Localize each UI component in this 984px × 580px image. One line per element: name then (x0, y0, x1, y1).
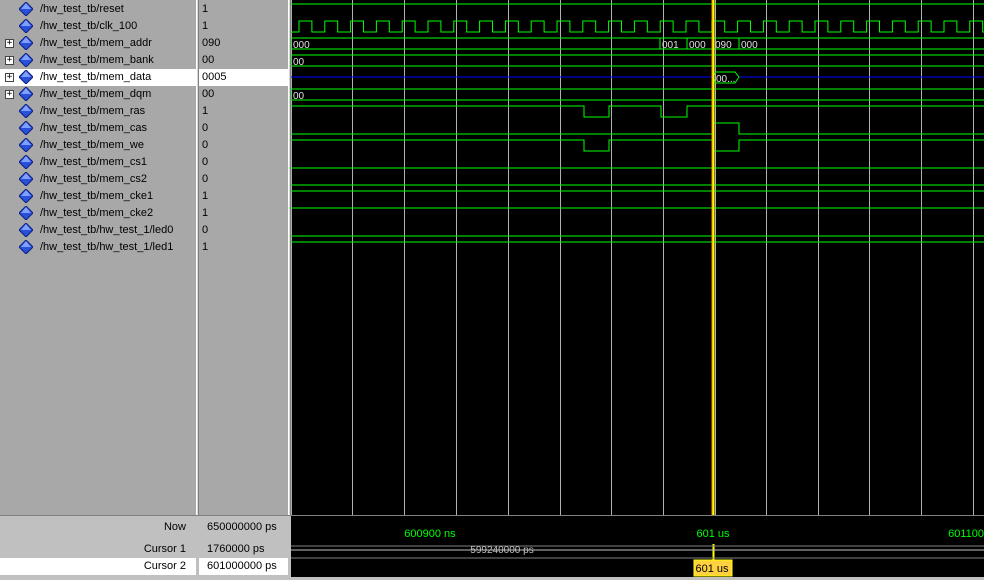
signal-name: /hw_test_tb/mem_addr (40, 37, 152, 49)
signal-row[interactable]: /hw_test_tb/mem_cke2 (0, 205, 196, 222)
cursor1-label[interactable]: Cursor 1 (0, 541, 196, 558)
bus-value-label: 00 (293, 91, 305, 102)
signal-name: /hw_test_tb/clk_100 (40, 20, 138, 32)
signal-name: /hw_test_tb/mem_ras (40, 105, 146, 117)
signal-value: 1 (202, 190, 209, 202)
waveform-mem-ras (291, 105, 984, 118)
blue-diamond-icon (19, 2, 33, 16)
blue-diamond-icon (19, 104, 33, 118)
signal-name: /hw_test_tb/hw_test_1/led1 (40, 241, 174, 253)
waveform-pane[interactable]: 000 001 000 090 000 00 00... 00 (291, 0, 984, 515)
blue-diamond-icon (19, 155, 33, 169)
waveform-mem-bank (291, 54, 984, 67)
blue-diamond-icon (19, 240, 33, 254)
cursor2-value: 601000000 ps (199, 558, 288, 575)
bus-value-label: 001 (662, 40, 679, 51)
signal-name: /hw_test_tb/mem_cs2 (40, 173, 147, 185)
waveform-mem-addr (291, 37, 660, 50)
signal-name: /hw_test_tb/mem_we (40, 139, 144, 151)
tick-label: 600900 ns (404, 528, 456, 540)
signal-name: /hw_test_tb/mem_data (40, 71, 152, 83)
cursor-delta-label: 599240000 ps (470, 545, 533, 556)
signal-value: 00 (202, 88, 215, 100)
signal-name: /hw_test_tb/hw_test_1/led0 (40, 224, 174, 236)
cursor2-badge[interactable]: 601 us (695, 563, 729, 575)
blue-diamond-icon (19, 223, 33, 237)
blue-diamond-icon (19, 70, 33, 84)
blue-diamond-icon (19, 87, 33, 101)
waveform-mem-we (291, 139, 984, 152)
now-value: 650000000 ps (207, 521, 277, 533)
signal-name: /hw_test_tb/mem_cas (40, 122, 147, 134)
signal-value: 1 (202, 20, 209, 32)
signal-row[interactable]: /hw_test_tb/mem_cs2 (0, 171, 196, 188)
signal-value: 1 (202, 3, 209, 15)
signal-name-pane: /hw_test_tb/reset/hw_test_tb/clk_100 + /hw… (0, 0, 196, 515)
signal-value: 1 (202, 241, 209, 253)
tick-label: 601 us (696, 528, 730, 540)
bus-value-label: 000 (293, 40, 310, 51)
bus-value-label: 000 (689, 40, 706, 51)
plus-box-icon[interactable]: + (5, 56, 14, 65)
waveform-mem-addr (738, 37, 984, 50)
bus-value-label: 00... (716, 74, 735, 85)
bus-value-label: 000 (741, 40, 758, 51)
signal-name: /hw_test_tb/mem_cke2 (40, 207, 154, 219)
tick-label: 601100 (948, 528, 984, 540)
signal-name: /hw_test_tb/mem_cke1 (40, 190, 154, 202)
timeline-ruler[interactable]: 600900 ns 601 us 601100 599240000 ps 601… (291, 516, 984, 577)
signal-value: 0005 (199, 69, 288, 86)
blue-diamond-icon (19, 138, 33, 152)
blue-diamond-icon (19, 36, 33, 50)
blue-diamond-icon (19, 121, 33, 135)
signal-value: 1 (202, 105, 209, 117)
signal-row[interactable]: /hw_test_tb/mem_ras (0, 103, 196, 120)
blue-diamond-icon (19, 53, 33, 67)
blue-diamond-icon (19, 19, 33, 33)
signal-name: /hw_test_tb/reset (40, 3, 124, 15)
signal-value: 0 (202, 224, 209, 236)
waveform-canvas[interactable]: 000 001 000 090 0000000...00 (291, 0, 984, 515)
now-label: Now (163, 521, 186, 533)
plus-box-icon[interactable]: + (5, 39, 14, 48)
signal-row[interactable]: /hw_test_tb/mem_we (0, 137, 196, 154)
signal-name: /hw_test_tb/mem_bank (40, 54, 154, 66)
cursor1-value: 1760000 ps (207, 543, 265, 555)
signal-value: 0 (202, 156, 209, 168)
plus-box-icon[interactable]: + (5, 90, 14, 99)
blue-diamond-icon (19, 206, 33, 220)
signal-row[interactable]: /hw_test_tb/mem_cs1 (0, 154, 196, 171)
bus-value-label: 00 (293, 57, 305, 68)
signal-value-pane: 1 1 090 00 0005 00 1 0 0 0 0 1 1 0 1 (199, 0, 288, 515)
signal-row[interactable]: /hw_test_tb/mem_cke1 (0, 188, 196, 205)
signal-row[interactable]: /hw_test_tb/reset (0, 1, 196, 18)
cursor2-label[interactable]: Cursor 2 (0, 558, 196, 575)
waveform-mem-dqm (291, 88, 984, 101)
signal-row[interactable]: /hw_test_tb/hw_test_1/led1 (0, 239, 196, 256)
signal-row[interactable]: /hw_test_tb/mem_cas (0, 120, 196, 137)
signal-value: 00 (202, 54, 215, 66)
signal-value: 0 (202, 173, 209, 185)
timeline-canvas[interactable]: 600900 ns 601 us 601100 599240000 ps 601… (291, 516, 984, 577)
signal-row[interactable]: /hw_test_tb/clk_100 (0, 18, 196, 35)
signal-name: /hw_test_tb/mem_cs1 (40, 156, 147, 168)
cursor-panel: Now 650000000 ps Cursor 1 1760000 ps Cur… (0, 515, 984, 577)
signal-row[interactable]: + /hw_test_tb/mem_addr (0, 35, 196, 52)
signal-row[interactable]: + /hw_test_tb/mem_dqm (0, 86, 196, 103)
signal-row[interactable]: + /hw_test_tb/mem_data (0, 69, 196, 86)
blue-diamond-icon (19, 189, 33, 203)
signal-value: 090 (202, 37, 221, 49)
signal-row[interactable]: /hw_test_tb/hw_test_1/led0 (0, 222, 196, 239)
signal-value: 0 (202, 122, 209, 134)
waveform-clk-100 (291, 20, 984, 33)
waveform-mem-cas (291, 122, 984, 135)
signal-value: 0 (202, 139, 209, 151)
plus-box-icon[interactable]: + (5, 73, 14, 82)
signal-name: /hw_test_tb/mem_dqm (40, 88, 152, 100)
signal-value: 1 (202, 207, 209, 219)
blue-diamond-icon (19, 172, 33, 186)
bus-value-label: 090 (715, 40, 732, 51)
ruler-bg (291, 516, 984, 544)
signal-row[interactable]: + /hw_test_tb/mem_bank (0, 52, 196, 69)
